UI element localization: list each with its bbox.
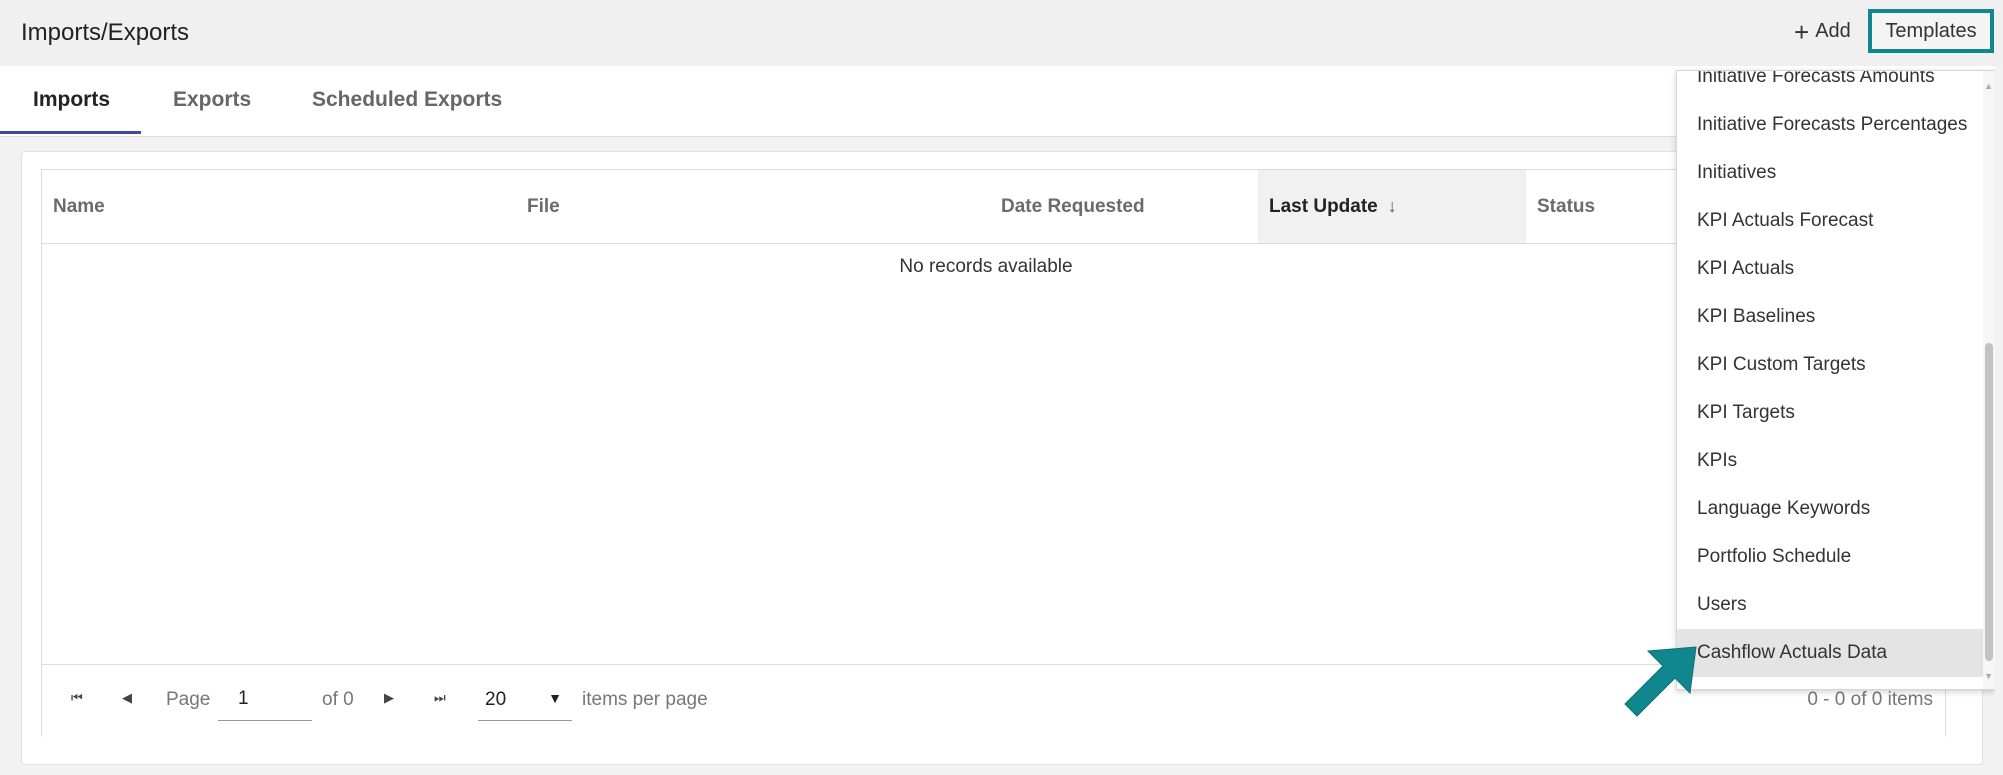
templates-menu-item[interactable]: KPI Custom Targets (1677, 341, 1985, 389)
first-page-icon[interactable]: ⏮ (71, 690, 83, 706)
templates-menu-item[interactable]: KPI Targets (1677, 389, 1985, 437)
page-scrollbar[interactable] (1995, 66, 2003, 775)
templates-menu-item[interactable]: Portfolio Schedule (1677, 533, 1985, 581)
column-header-name[interactable]: Name (42, 170, 516, 243)
templates-menu-item[interactable]: KPI Baselines (1677, 293, 1985, 341)
add-button[interactable]: + Add (1794, 16, 1851, 47)
tab-exports[interactable]: Exports (173, 88, 251, 112)
empty-message: No records available (899, 256, 1073, 277)
scroll-up-icon[interactable]: ▲ (1984, 81, 1993, 91)
page-count-label: of 0 (322, 689, 354, 710)
templates-menu-item[interactable]: Initiative Forecasts Percentages (1677, 101, 1985, 149)
chevron-down-icon: ▼ (548, 690, 562, 706)
plus-icon: + (1794, 16, 1810, 47)
column-header-date-requested-label: Date Requested (1001, 195, 1145, 217)
templates-menu-item[interactable]: KPIs (1677, 437, 1985, 485)
page-number-input[interactable] (218, 677, 312, 721)
column-header-name-label: Name (53, 195, 105, 217)
templates-menu-item[interactable]: Initiatives (1677, 149, 1985, 197)
templates-dropdown: Initiative Forecasts Amounts Initiative … (1676, 70, 1996, 690)
page-label: Page (166, 689, 211, 710)
add-button-label: Add (1815, 20, 1851, 42)
last-page-icon[interactable]: ⏭ (434, 690, 446, 706)
page-size-select[interactable]: 20 ▼ (478, 677, 572, 721)
page-size-value: 20 (485, 689, 507, 710)
page-title: Imports/Exports (21, 19, 190, 46)
templates-button[interactable]: Templates (1868, 9, 1994, 53)
pager-info: 0 - 0 of 0 items (1807, 689, 1933, 710)
items-per-page-label: items per page (582, 689, 708, 710)
top-bar: Imports/Exports + Add Templates (0, 0, 2003, 66)
column-header-file[interactable]: File (516, 170, 816, 243)
grid-header: Name File Date Requested Last Update ↓ S… (42, 170, 1945, 244)
column-header-last-update-label: Last Update (1269, 195, 1378, 217)
templates-menu-item[interactable]: KPI Actuals Forecast (1677, 197, 1985, 245)
previous-page-icon[interactable]: ◀ (122, 690, 132, 706)
templates-menu-item[interactable]: KPI Actuals (1677, 245, 1985, 293)
dropdown-scrollbar-thumb[interactable] (1985, 343, 1993, 661)
callout-arrow-icon (1624, 646, 1697, 717)
scroll-down-icon[interactable]: ▼ (1984, 671, 1993, 681)
tab-scheduled-exports[interactable]: Scheduled Exports (312, 88, 502, 112)
tab-imports[interactable]: Imports (33, 88, 110, 112)
sort-descending-icon: ↓ (1387, 196, 1397, 216)
templates-menu-item[interactable]: Users (1677, 581, 1985, 629)
column-header-date-requested[interactable]: Date Requested (990, 170, 1300, 243)
active-tab-indicator (0, 131, 141, 134)
column-header-file-label: File (527, 195, 560, 217)
templates-menu-item[interactable]: Language Keywords (1677, 485, 1985, 533)
column-header-last-update[interactable]: Last Update ↓ (1258, 170, 1526, 243)
dropdown-scrollbar[interactable]: ▲ ▼ (1983, 71, 1995, 689)
templates-menu-item[interactable]: Initiative Forecasts Amounts (1677, 71, 1985, 101)
templates-menu-item-highlighted[interactable]: Cashflow Actuals Data (1677, 629, 1985, 677)
column-header-status-label: Status (1537, 195, 1596, 217)
next-page-icon[interactable]: ▶ (384, 690, 394, 706)
